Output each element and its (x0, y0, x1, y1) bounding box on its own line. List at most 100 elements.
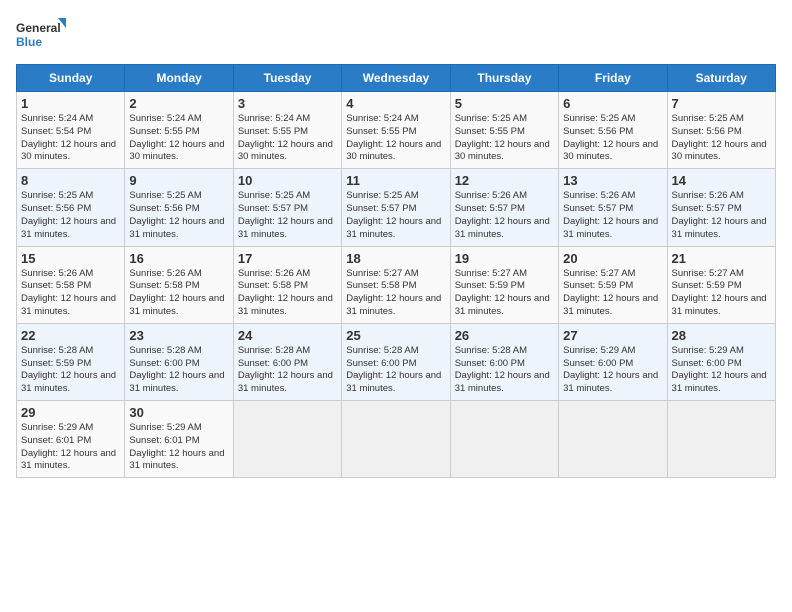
calendar-cell: 6 Sunrise: 5:25 AM Sunset: 5:56 PM Dayli… (559, 92, 667, 169)
day-info: Sunrise: 5:26 AM Sunset: 5:57 PM Dayligh… (455, 190, 554, 241)
calendar-cell (559, 401, 667, 478)
day-info: Sunrise: 5:25 AM Sunset: 5:56 PM Dayligh… (21, 190, 120, 241)
calendar-cell (233, 401, 341, 478)
calendar-cell: 30 Sunrise: 5:29 AM Sunset: 6:01 PM Dayl… (125, 401, 233, 478)
day-number: 1 (21, 96, 120, 111)
calendar-cell: 8 Sunrise: 5:25 AM Sunset: 5:56 PM Dayli… (17, 169, 125, 246)
calendar-cell: 22 Sunrise: 5:28 AM Sunset: 5:59 PM Dayl… (17, 323, 125, 400)
calendar-cell: 11 Sunrise: 5:25 AM Sunset: 5:57 PM Dayl… (342, 169, 450, 246)
calendar-cell: 25 Sunrise: 5:28 AM Sunset: 6:00 PM Dayl… (342, 323, 450, 400)
calendar-cell: 2 Sunrise: 5:24 AM Sunset: 5:55 PM Dayli… (125, 92, 233, 169)
day-number: 14 (672, 173, 771, 188)
day-number: 9 (129, 173, 228, 188)
calendar-cell: 27 Sunrise: 5:29 AM Sunset: 6:00 PM Dayl… (559, 323, 667, 400)
day-number: 27 (563, 328, 662, 343)
day-info: Sunrise: 5:26 AM Sunset: 5:58 PM Dayligh… (238, 268, 337, 319)
day-number: 16 (129, 251, 228, 266)
calendar-cell: 7 Sunrise: 5:25 AM Sunset: 5:56 PM Dayli… (667, 92, 775, 169)
calendar-cell (450, 401, 558, 478)
day-number: 2 (129, 96, 228, 111)
calendar-cell: 5 Sunrise: 5:25 AM Sunset: 5:55 PM Dayli… (450, 92, 558, 169)
day-number: 20 (563, 251, 662, 266)
day-info: Sunrise: 5:26 AM Sunset: 5:58 PM Dayligh… (129, 268, 228, 319)
day-info: Sunrise: 5:26 AM Sunset: 5:57 PM Dayligh… (563, 190, 662, 241)
calendar-cell: 29 Sunrise: 5:29 AM Sunset: 6:01 PM Dayl… (17, 401, 125, 478)
day-number: 28 (672, 328, 771, 343)
column-header-wednesday: Wednesday (342, 65, 450, 92)
day-info: Sunrise: 5:27 AM Sunset: 5:59 PM Dayligh… (455, 268, 554, 319)
day-number: 21 (672, 251, 771, 266)
calendar-table: SundayMondayTuesdayWednesdayThursdayFrid… (16, 64, 776, 478)
day-info: Sunrise: 5:24 AM Sunset: 5:55 PM Dayligh… (129, 113, 228, 164)
day-number: 15 (21, 251, 120, 266)
day-info: Sunrise: 5:28 AM Sunset: 6:00 PM Dayligh… (129, 345, 228, 396)
day-info: Sunrise: 5:28 AM Sunset: 6:00 PM Dayligh… (346, 345, 445, 396)
column-header-tuesday: Tuesday (233, 65, 341, 92)
calendar-cell: 21 Sunrise: 5:27 AM Sunset: 5:59 PM Dayl… (667, 246, 775, 323)
day-info: Sunrise: 5:28 AM Sunset: 5:59 PM Dayligh… (21, 345, 120, 396)
calendar-cell (667, 401, 775, 478)
day-number: 12 (455, 173, 554, 188)
day-info: Sunrise: 5:27 AM Sunset: 5:59 PM Dayligh… (563, 268, 662, 319)
day-info: Sunrise: 5:25 AM Sunset: 5:56 PM Dayligh… (672, 113, 771, 164)
day-number: 5 (455, 96, 554, 111)
calendar-cell: 20 Sunrise: 5:27 AM Sunset: 5:59 PM Dayl… (559, 246, 667, 323)
calendar-cell: 23 Sunrise: 5:28 AM Sunset: 6:00 PM Dayl… (125, 323, 233, 400)
day-info: Sunrise: 5:25 AM Sunset: 5:56 PM Dayligh… (129, 190, 228, 241)
day-info: Sunrise: 5:25 AM Sunset: 5:55 PM Dayligh… (455, 113, 554, 164)
day-info: Sunrise: 5:29 AM Sunset: 6:00 PM Dayligh… (672, 345, 771, 396)
calendar-cell: 26 Sunrise: 5:28 AM Sunset: 6:00 PM Dayl… (450, 323, 558, 400)
column-header-friday: Friday (559, 65, 667, 92)
logo: General Blue (16, 16, 66, 56)
day-number: 3 (238, 96, 337, 111)
calendar-cell: 15 Sunrise: 5:26 AM Sunset: 5:58 PM Dayl… (17, 246, 125, 323)
day-number: 29 (21, 405, 120, 420)
day-info: Sunrise: 5:25 AM Sunset: 5:56 PM Dayligh… (563, 113, 662, 164)
column-header-monday: Monday (125, 65, 233, 92)
day-number: 13 (563, 173, 662, 188)
calendar-cell: 12 Sunrise: 5:26 AM Sunset: 5:57 PM Dayl… (450, 169, 558, 246)
day-number: 25 (346, 328, 445, 343)
day-number: 7 (672, 96, 771, 111)
calendar-cell: 19 Sunrise: 5:27 AM Sunset: 5:59 PM Dayl… (450, 246, 558, 323)
calendar-cell: 13 Sunrise: 5:26 AM Sunset: 5:57 PM Dayl… (559, 169, 667, 246)
day-info: Sunrise: 5:25 AM Sunset: 5:57 PM Dayligh… (238, 190, 337, 241)
day-number: 11 (346, 173, 445, 188)
day-number: 23 (129, 328, 228, 343)
day-info: Sunrise: 5:24 AM Sunset: 5:55 PM Dayligh… (238, 113, 337, 164)
calendar-cell: 4 Sunrise: 5:24 AM Sunset: 5:55 PM Dayli… (342, 92, 450, 169)
day-info: Sunrise: 5:24 AM Sunset: 5:55 PM Dayligh… (346, 113, 445, 164)
day-info: Sunrise: 5:24 AM Sunset: 5:54 PM Dayligh… (21, 113, 120, 164)
day-number: 19 (455, 251, 554, 266)
day-info: Sunrise: 5:29 AM Sunset: 6:00 PM Dayligh… (563, 345, 662, 396)
svg-text:General: General (16, 21, 61, 35)
calendar-cell: 9 Sunrise: 5:25 AM Sunset: 5:56 PM Dayli… (125, 169, 233, 246)
calendar-cell: 14 Sunrise: 5:26 AM Sunset: 5:57 PM Dayl… (667, 169, 775, 246)
day-info: Sunrise: 5:28 AM Sunset: 6:00 PM Dayligh… (455, 345, 554, 396)
calendar-cell: 18 Sunrise: 5:27 AM Sunset: 5:58 PM Dayl… (342, 246, 450, 323)
column-header-saturday: Saturday (667, 65, 775, 92)
calendar-cell: 16 Sunrise: 5:26 AM Sunset: 5:58 PM Dayl… (125, 246, 233, 323)
day-number: 18 (346, 251, 445, 266)
day-number: 8 (21, 173, 120, 188)
calendar-cell: 1 Sunrise: 5:24 AM Sunset: 5:54 PM Dayli… (17, 92, 125, 169)
day-info: Sunrise: 5:27 AM Sunset: 5:59 PM Dayligh… (672, 268, 771, 319)
day-info: Sunrise: 5:27 AM Sunset: 5:58 PM Dayligh… (346, 268, 445, 319)
column-header-sunday: Sunday (17, 65, 125, 92)
day-info: Sunrise: 5:25 AM Sunset: 5:57 PM Dayligh… (346, 190, 445, 241)
day-number: 4 (346, 96, 445, 111)
day-number: 22 (21, 328, 120, 343)
calendar-cell: 3 Sunrise: 5:24 AM Sunset: 5:55 PM Dayli… (233, 92, 341, 169)
day-number: 26 (455, 328, 554, 343)
day-number: 10 (238, 173, 337, 188)
day-info: Sunrise: 5:28 AM Sunset: 6:00 PM Dayligh… (238, 345, 337, 396)
day-info: Sunrise: 5:26 AM Sunset: 5:57 PM Dayligh… (672, 190, 771, 241)
day-number: 6 (563, 96, 662, 111)
day-number: 24 (238, 328, 337, 343)
calendar-cell: 28 Sunrise: 5:29 AM Sunset: 6:00 PM Dayl… (667, 323, 775, 400)
calendar-cell: 10 Sunrise: 5:25 AM Sunset: 5:57 PM Dayl… (233, 169, 341, 246)
calendar-cell: 17 Sunrise: 5:26 AM Sunset: 5:58 PM Dayl… (233, 246, 341, 323)
day-info: Sunrise: 5:26 AM Sunset: 5:58 PM Dayligh… (21, 268, 120, 319)
column-header-thursday: Thursday (450, 65, 558, 92)
svg-text:Blue: Blue (16, 35, 42, 49)
